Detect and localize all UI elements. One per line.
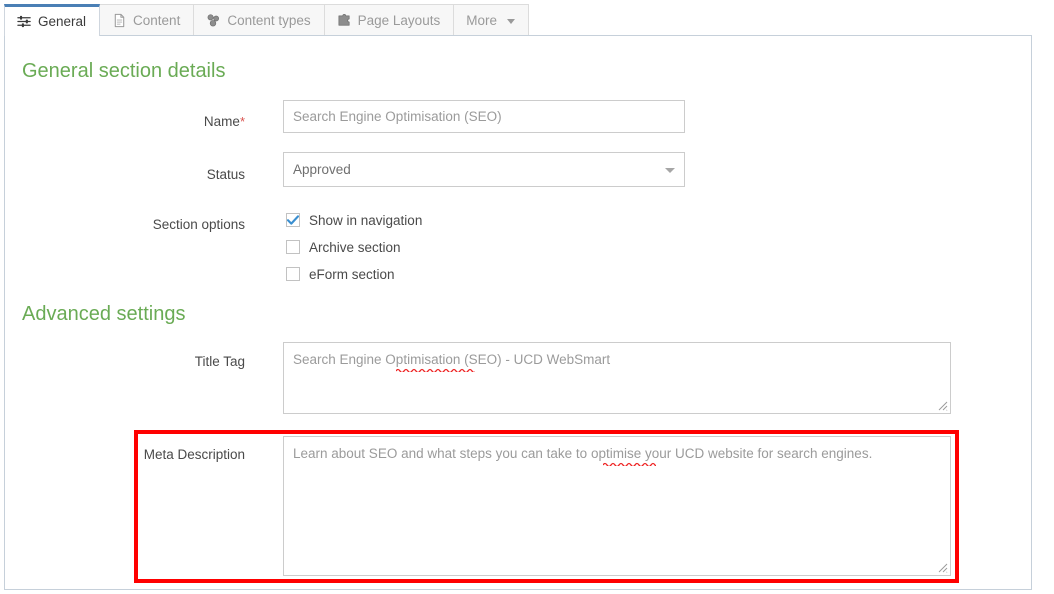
meta-description-textarea[interactable] [283,436,951,576]
tab-content-types[interactable]: Content types [193,4,325,36]
tab-general-label: General [38,13,87,29]
check-icon [287,214,299,225]
tab-general[interactable]: General [4,4,101,36]
document-icon [112,13,127,28]
status-field-label: Status [206,167,245,182]
checkbox-box-unchecked[interactable] [286,240,300,254]
checkbox-eform-section[interactable]: eForm section [286,262,422,286]
puzzle-piece-icon [337,13,352,28]
title-tag-textarea[interactable] [283,342,951,414]
section-options-label: Section options [152,217,245,232]
checkbox-archive-section[interactable]: Archive section [286,235,422,259]
tab-more[interactable]: More [453,4,529,36]
tab-more-label: More [466,12,497,28]
checkbox-box-unchecked[interactable] [286,267,300,281]
name-input[interactable] [283,100,685,133]
general-section-heading: General section details [22,60,226,82]
sliders-icon [17,14,32,29]
checkbox-box-checked[interactable] [286,213,300,227]
name-field-label: Name* [203,114,245,129]
title-tag-label: Title Tag [194,354,245,369]
tab-page-layouts-label: Page Layouts [357,12,441,28]
section-settings-panel: General section details Name* Status App… [4,35,1032,590]
checkbox-label: Show in navigation [309,212,423,228]
status-select[interactable]: Approved [283,152,685,187]
required-asterisk: * [239,114,245,129]
main-tab-bar: General Content Content types Page Layou… [4,4,529,36]
checkbox-label: Archive section [309,239,401,255]
chevron-down-icon [506,19,515,24]
tab-content[interactable]: Content [99,4,195,36]
title-tag-field-wrapper [283,342,951,414]
tab-page-layouts[interactable]: Page Layouts [323,4,455,36]
checkbox-label: eForm section [309,266,395,282]
tab-content-types-label: Content types [227,12,311,28]
blocks-icon [206,13,221,28]
meta-description-field-wrapper [283,436,951,576]
status-select-value[interactable]: Approved [283,152,685,187]
section-options-checkbox-group: Show in navigation Archive section eForm… [286,208,422,289]
meta-description-label: Meta Description [143,447,245,462]
advanced-settings-heading: Advanced settings [22,303,186,325]
tab-content-label: Content [133,12,181,28]
checkbox-show-in-navigation[interactable]: Show in navigation [286,208,422,232]
